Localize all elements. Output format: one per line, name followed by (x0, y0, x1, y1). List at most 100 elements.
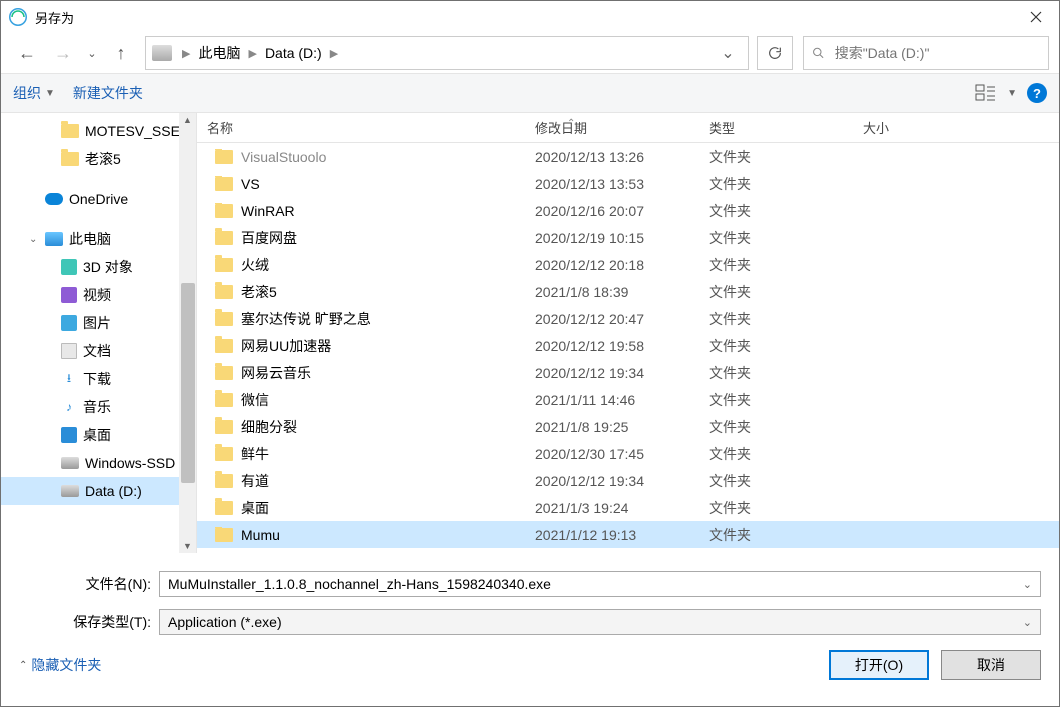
file-row[interactable]: 有道2020/12/12 19:34文件夹 (197, 467, 1059, 494)
search-input[interactable] (833, 44, 1040, 62)
file-row[interactable]: 火绒2020/12/12 20:18文件夹 (197, 251, 1059, 278)
file-name: 网易云音乐 (241, 363, 311, 383)
back-icon: ← (18, 43, 36, 64)
view-mode-button[interactable] (975, 84, 997, 102)
breadcrumb-seg-pc[interactable]: 此电脑 (194, 43, 244, 63)
tree-item[interactable]: 文档 (1, 337, 196, 365)
col-name[interactable]: 名称 ⌃ (197, 118, 525, 137)
up-button[interactable]: ↑ (105, 37, 137, 69)
file-row[interactable]: 塞尔达传说 旷野之息2020/12/12 20:47文件夹 (197, 305, 1059, 332)
tree-item[interactable]: ⌄ 此电脑 (1, 225, 196, 253)
hide-folders-link[interactable]: ⌃ 隐藏文件夹 (19, 655, 101, 675)
documents-icon (61, 343, 77, 359)
col-date[interactable]: 修改日期 (525, 118, 699, 137)
file-type: 文件夹 (699, 390, 853, 410)
folder-icon (215, 258, 233, 272)
file-row[interactable]: WinRAR2020/12/16 20:07文件夹 (197, 197, 1059, 224)
folder-icon (215, 312, 233, 326)
file-type: 文件夹 (699, 498, 853, 518)
scrollbar-thumb[interactable] (181, 283, 195, 483)
chevron-right-icon[interactable]: ▶ (182, 47, 190, 60)
tree-item[interactable]: Windows-SSD ( (1, 449, 196, 477)
file-type: 文件夹 (699, 147, 853, 167)
file-row[interactable]: 桌面2021/1/3 19:24文件夹 (197, 494, 1059, 521)
organize-button[interactable]: 组织 ▼ (13, 83, 55, 103)
forward-button[interactable]: → (47, 37, 79, 69)
file-row[interactable]: 鲜牛2020/12/30 17:45文件夹 (197, 440, 1059, 467)
search-box[interactable] (803, 36, 1049, 70)
folder-icon (215, 231, 233, 245)
file-name: 网易UU加速器 (241, 336, 331, 356)
file-type: 文件夹 (699, 255, 853, 275)
filename-field[interactable]: MuMuInstaller_1.1.0.8_nochannel_zh-Hans_… (159, 571, 1041, 597)
sort-indicator-icon: ⌃ (567, 118, 575, 129)
folder-icon (215, 177, 233, 191)
recent-dropdown[interactable]: ⌄ (83, 37, 101, 69)
folder-icon (215, 447, 233, 461)
sidebar-scrollbar[interactable]: ▲ ▼ (179, 113, 196, 553)
folder-icon (215, 285, 233, 299)
scroll-down-icon[interactable]: ▼ (183, 541, 192, 551)
tree-item[interactable]: 桌面 (1, 421, 196, 449)
pictures-icon (61, 315, 77, 331)
file-row[interactable]: VisualStuoolo2020/12/13 13:26文件夹 (197, 143, 1059, 170)
tree-item[interactable]: OneDrive (1, 185, 196, 213)
open-button[interactable]: 打开(O) (829, 650, 929, 680)
search-icon (812, 46, 825, 60)
file-row[interactable]: 网易云音乐2020/12/12 19:34文件夹 (197, 359, 1059, 386)
file-name: 细胞分裂 (241, 417, 297, 437)
file-row[interactable]: 百度网盘2020/12/19 10:15文件夹 (197, 224, 1059, 251)
file-name: 百度网盘 (241, 228, 297, 248)
tree-item-label: 音乐 (83, 397, 111, 417)
file-type: 文件夹 (699, 525, 853, 545)
breadcrumb-dropdown[interactable]: ⌄ (714, 43, 742, 63)
chevron-right-icon[interactable]: ▶ (330, 47, 338, 60)
tree-item-label: 桌面 (83, 425, 111, 445)
3d-objects-icon (61, 259, 77, 275)
tree-item-label: 3D 对象 (83, 257, 133, 277)
tree-item-label: 此电脑 (69, 229, 111, 249)
cancel-button[interactable]: 取消 (941, 650, 1041, 680)
file-name: 老滚5 (241, 282, 277, 302)
breadcrumb-seg-drive[interactable]: Data (D:) (261, 45, 326, 61)
chevron-right-icon[interactable]: ▶ (248, 47, 256, 60)
tree-item[interactable]: ♪音乐 (1, 393, 196, 421)
tree-item[interactable]: 视频 (1, 281, 196, 309)
tree-item[interactable]: Data (D:) (1, 477, 196, 505)
tree-item[interactable]: ⭳下载 (1, 365, 196, 393)
file-row[interactable]: 微信2021/1/11 14:46文件夹 (197, 386, 1059, 413)
savetype-field[interactable]: Application (*.exe) ⌄ (159, 609, 1041, 635)
forward-icon: → (54, 43, 72, 64)
refresh-button[interactable] (757, 36, 793, 70)
close-icon (1030, 11, 1042, 23)
chevron-down-icon[interactable]: ⌄ (1023, 578, 1032, 591)
file-date: 2020/12/13 13:26 (525, 149, 699, 165)
file-name: VS (241, 176, 260, 192)
file-date: 2020/12/12 19:34 (525, 365, 699, 381)
file-row[interactable]: 网易UU加速器2020/12/12 19:58文件夹 (197, 332, 1059, 359)
col-size[interactable]: 大小 (853, 118, 953, 137)
chevron-down-icon[interactable]: ⌄ (1023, 616, 1032, 629)
tree-item[interactable]: 老滚5 (1, 145, 196, 173)
back-button[interactable]: ← (11, 37, 43, 69)
tree-item[interactable]: 图片 (1, 309, 196, 337)
help-button[interactable]: ? (1027, 83, 1047, 103)
tree-item[interactable]: 3D 对象 (1, 253, 196, 281)
file-row[interactable]: VS2020/12/13 13:53文件夹 (197, 170, 1059, 197)
filename-label: 文件名(N): (19, 574, 159, 594)
file-type: 文件夹 (699, 282, 853, 302)
view-dropdown[interactable]: ▼ (1007, 88, 1017, 99)
scroll-up-icon[interactable]: ▲ (183, 115, 192, 125)
file-row[interactable]: 老滚52021/1/8 18:39文件夹 (197, 278, 1059, 305)
file-row[interactable]: Mumu2021/1/12 19:13文件夹 (197, 521, 1059, 548)
file-name: WinRAR (241, 203, 295, 219)
tree-item[interactable]: MOTESV_SSE (1, 117, 196, 145)
folder-icon (61, 152, 79, 166)
file-row[interactable]: 细胞分裂2021/1/8 19:25文件夹 (197, 413, 1059, 440)
expand-toggle[interactable]: ⌄ (29, 234, 39, 245)
close-button[interactable] (1013, 1, 1059, 33)
col-type[interactable]: 类型 (699, 118, 853, 137)
file-date: 2021/1/8 19:25 (525, 419, 699, 435)
breadcrumb[interactable]: ▶ 此电脑 ▶ Data (D:) ▶ ⌄ (145, 36, 749, 70)
newfolder-button[interactable]: 新建文件夹 (73, 83, 143, 103)
